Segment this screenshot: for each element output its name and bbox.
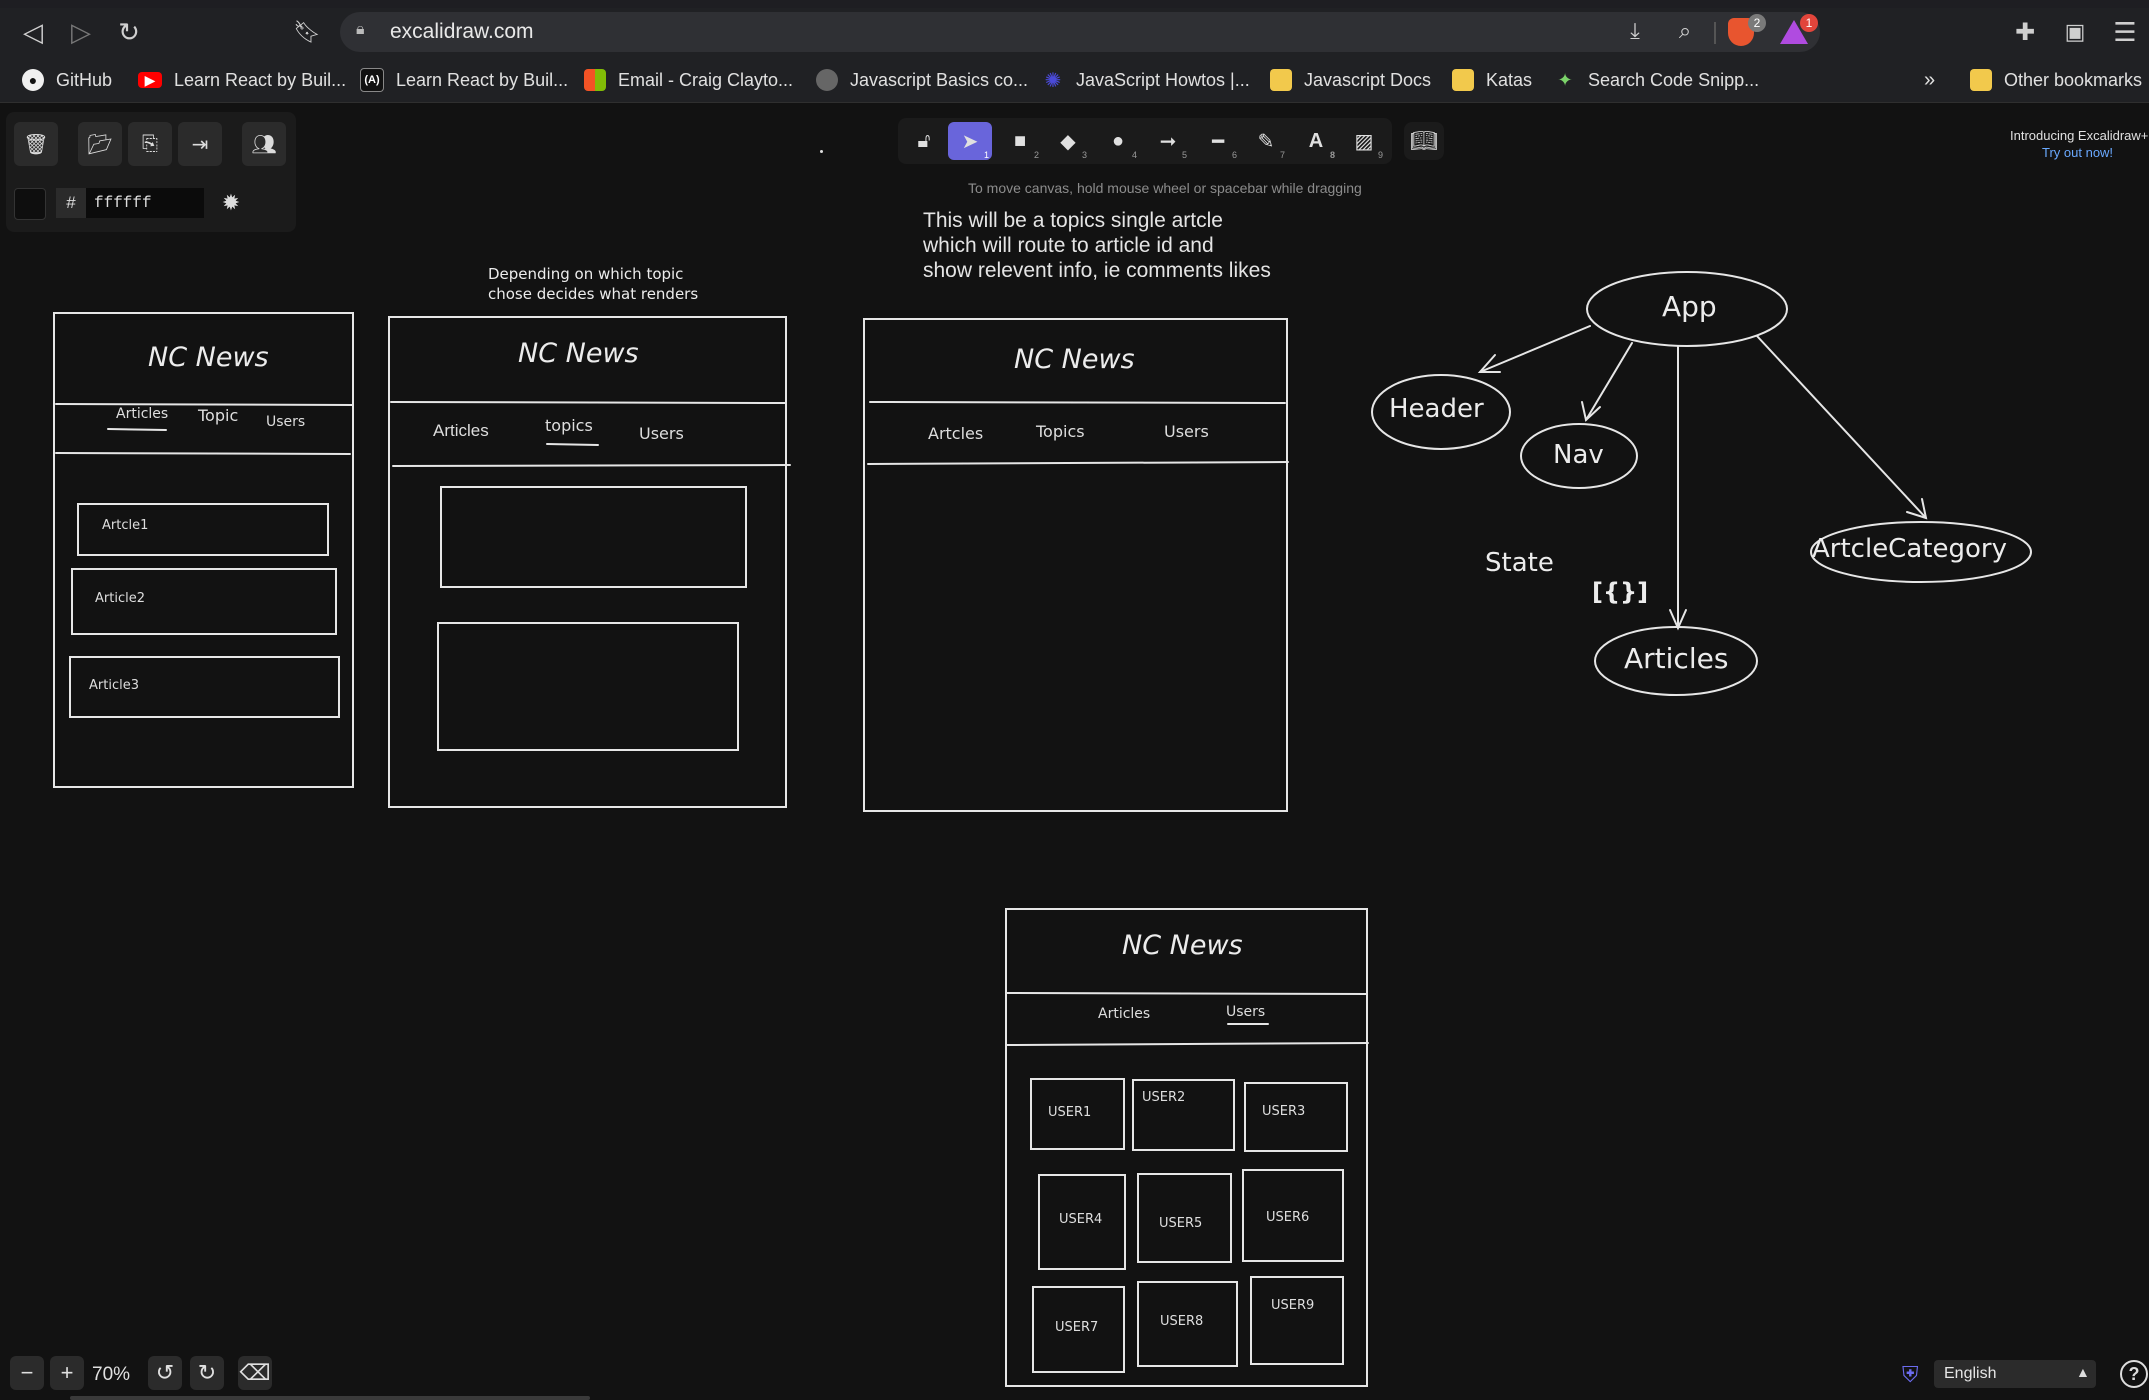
wireframe-1-tab[interactable]: Users [266,414,305,430]
wireframe-2-tab[interactable]: Users [639,424,684,443]
wireframe-2-title[interactable]: NC News [518,338,639,369]
wireframe-3-frame [863,318,1288,812]
wireframe-4-tab[interactable]: Users [1226,1004,1265,1020]
user-box [1250,1276,1344,1365]
wireframe-3-tab[interactable]: Topics [1036,422,1085,441]
edge-app-articlecategory [1756,335,1927,519]
wireframe-1-tab[interactable]: Topic [198,406,238,425]
edge-app-header [1479,325,1591,373]
edge-app-nav [1585,342,1633,421]
user-label[interactable]: USER2 [1142,1090,1185,1105]
wireframe-1-tab-underline [107,428,167,431]
shield-icon: ⛨ [1902,1362,1919,1387]
user-label[interactable]: USER4 [1059,1212,1102,1227]
user-label[interactable]: USER5 [1159,1216,1202,1231]
wireframe-4-divider [1005,992,1367,995]
zoom-in-icon[interactable]: + [50,1356,84,1390]
wireframe-1-item[interactable]: Article2 [95,591,145,606]
wireframe-1-item[interactable]: Artcle1 [102,518,148,533]
depending-note[interactable]: Depending on which topic chose decides w… [488,264,748,304]
user-label[interactable]: USER9 [1271,1298,1314,1313]
component-tree-strokes [1371,271,2032,696]
tree-node-app[interactable]: App [1662,290,1717,323]
wireframe-3-tab[interactable]: Users [1164,422,1209,441]
user-label[interactable]: USER8 [1160,1314,1203,1329]
wireframe-2-tab-underline [546,443,599,446]
zoom-out-icon[interactable]: − [10,1356,44,1390]
user-label[interactable]: USER3 [1262,1104,1305,1119]
tree-node-nav[interactable]: Nav [1553,440,1604,470]
language-select[interactable]: English [1934,1360,2096,1388]
tree-node-articles[interactable]: Articles [1624,642,1728,675]
user-label[interactable]: USER1 [1048,1105,1091,1120]
wireframe-3-divider [869,401,1286,404]
wireframe-1-item[interactable]: Article3 [89,678,139,693]
state-label[interactable]: State [1485,548,1554,578]
zoom-level[interactable]: 70% [92,1364,130,1386]
wireframe-4-title[interactable]: NC News [1122,930,1243,961]
horizontal-scrollbar[interactable] [70,1396,590,1400]
tree-node-header[interactable]: Header [1389,394,1484,424]
eraser-icon[interactable]: ⌫ [238,1356,272,1390]
tree-node-articlecategory[interactable]: ArtcleCategory [1812,534,2007,564]
wireframe-2-content-box [440,486,747,588]
caret-up-icon: ▲ [2076,1364,2090,1380]
wireframe-1-title[interactable]: NC News [148,342,269,373]
wireframe-1-frame [53,312,354,788]
state-value[interactable]: [{}] [1592,578,1648,606]
topics-note[interactable]: This will be a topics single artcle whic… [923,208,1343,283]
wireframe-4-divider [1005,1042,1369,1046]
wireframe-2-tab[interactable]: topics [545,416,593,435]
wireframe-2-content-box [437,622,739,751]
wireframe-4-tab[interactable]: Articles [1098,1006,1150,1022]
wireframe-1-divider [55,403,353,406]
wireframe-1-divider [55,452,351,455]
wireframe-1-tab[interactable]: Articles [116,406,168,422]
user-label[interactable]: USER7 [1055,1320,1098,1335]
wireframe-2-divider [392,464,791,467]
wireframe-3-tab[interactable]: Artcles [928,424,983,443]
undo-icon[interactable]: ↺ [148,1356,182,1390]
help-icon[interactable]: ? [2120,1360,2148,1388]
arrowhead [1477,354,1501,373]
wireframe-2-frame [388,316,787,808]
wireframe-3-title[interactable]: NC News [1014,344,1135,375]
wireframe-2-tab[interactable]: Articles [433,421,489,441]
user-label[interactable]: USER6 [1266,1210,1309,1225]
wireframe-2-divider [390,401,787,404]
redo-icon[interactable]: ↻ [190,1356,224,1390]
wireframe-3-divider [867,461,1289,465]
